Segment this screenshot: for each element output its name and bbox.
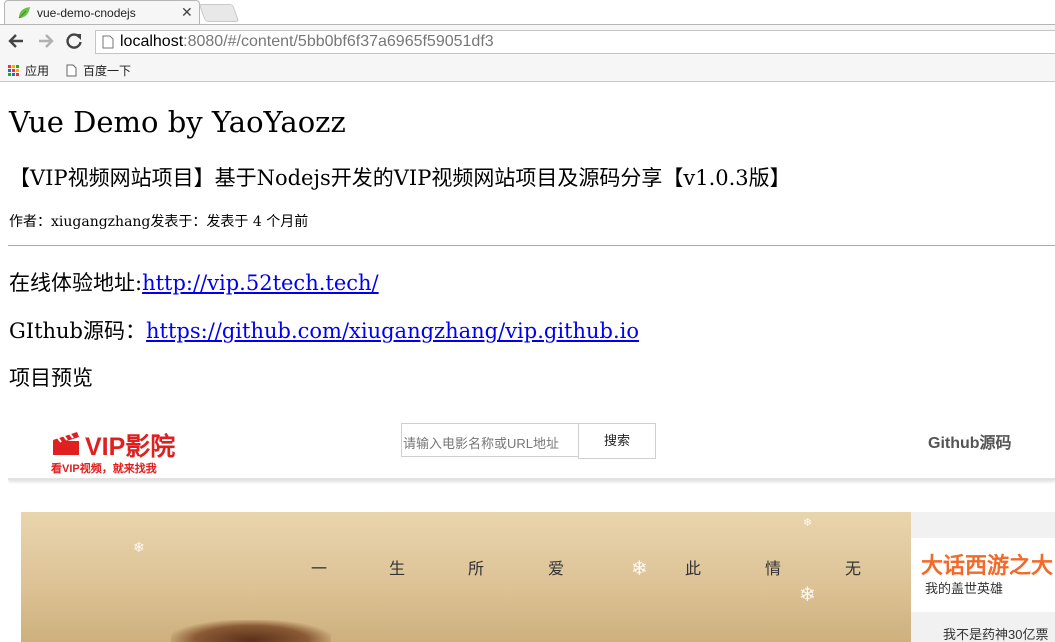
poem-char: 无 xyxy=(845,559,862,578)
side-subtitle: 我的盖世英雄 xyxy=(925,581,1004,596)
reload-icon[interactable] xyxy=(64,31,84,51)
preview-logo-name: VIP影院 xyxy=(85,433,176,461)
snowflake-icon: ❄ xyxy=(631,556,648,580)
preview-search-input: 请输入电影名称或URL地址 xyxy=(401,423,579,457)
side-item: 我不是药神30亿票 xyxy=(943,627,1049,642)
bookmark-label: 百度一下 xyxy=(83,64,132,78)
bookmark-apps[interactable]: 应用 xyxy=(8,62,49,79)
preview-heading: 项目预览 xyxy=(9,366,93,390)
poem-char: 此 xyxy=(685,559,702,578)
page-content: Vue Demo by YaoYaozz 【VIP视频网站项目】基于Nodejs… xyxy=(0,83,1055,642)
url-text: localhost:8080/#/content/5bb0bf6f37a6965… xyxy=(120,33,494,50)
back-arrow-icon[interactable] xyxy=(6,31,26,51)
preview-logo-slogan: 看VIP视频，就来找我 xyxy=(51,463,157,475)
github-line: GIthub源码：https://github.com/xiugangzhang… xyxy=(9,315,639,345)
github-link[interactable]: https://github.com/xiugangzhang/vip.gith… xyxy=(146,319,639,343)
demo-link[interactable]: http://vip.52tech.tech/ xyxy=(142,271,379,295)
address-bar[interactable]: localhost:8080/#/content/5bb0bf6f37a6965… xyxy=(95,30,1055,54)
poem-char: 爱 xyxy=(548,559,565,578)
preview-search-button: 搜索 xyxy=(578,423,656,459)
page-icon xyxy=(102,35,114,49)
snowflake-icon: ❄ xyxy=(803,516,813,529)
bookmarks-bar: 应用 百度一下 xyxy=(0,58,1055,82)
side-title: 大话西游之大 xyxy=(921,553,1054,578)
preview-side-card: 大话西游之大 我的盖世英雄 xyxy=(911,538,1055,612)
github-label: GIthub源码： xyxy=(9,319,147,343)
preview-banner: 一 生 所 爱 此 情 无 ❄ ❄ ❄ ❄ xyxy=(21,512,911,642)
tab-strip: vue-demo-cnodejs ✕ xyxy=(0,0,1055,24)
film-clapper-icon xyxy=(53,432,79,455)
apps-grid-icon xyxy=(8,65,19,76)
preview-image: VIP影院 看VIP视频，就来找我 请输入电影名称或URL地址 搜索 Githu… xyxy=(8,406,1055,642)
poem-char: 生 xyxy=(389,559,406,578)
preview-logo: VIP影院 看VIP视频，就来找我 xyxy=(51,427,191,479)
demo-line: 在线体验地址:http://vip.52tech.tech/ xyxy=(9,267,379,297)
poem-char: 一 xyxy=(311,559,328,578)
page-icon xyxy=(66,64,77,77)
forward-arrow-icon[interactable] xyxy=(36,31,56,51)
topic-title: 【VIP视频网站项目】基于Nodejs开发的VIP视频网站项目及源码分享【v1.… xyxy=(9,166,791,190)
banner-artwork xyxy=(171,620,331,642)
close-tab-icon[interactable]: ✕ xyxy=(181,4,193,21)
preview-github-nav: Github源码 xyxy=(928,435,1012,452)
site-title: Vue Demo by YaoYaozz xyxy=(9,105,346,139)
poem-char: 所 xyxy=(468,559,485,578)
browser-tab[interactable]: vue-demo-cnodejs ✕ xyxy=(4,0,200,24)
poem-char: 情 xyxy=(765,559,782,578)
preview-sidebar: 大话西游之大 我的盖世英雄 我不是药神30亿票 xyxy=(911,512,1055,642)
leaf-favicon-icon xyxy=(18,7,30,19)
browser-toolbar: localhost:8080/#/content/5bb0bf6f37a6965… xyxy=(0,24,1055,58)
preview-header: VIP影院 看VIP视频，就来找我 请输入电影名称或URL地址 搜索 Githu… xyxy=(8,406,1055,480)
tab-title: vue-demo-cnodejs xyxy=(37,6,136,20)
snowflake-icon: ❄ xyxy=(133,540,145,556)
snowflake-icon: ❄ xyxy=(799,582,816,606)
new-tab-button[interactable] xyxy=(198,4,240,22)
bookmark-label: 应用 xyxy=(25,64,50,78)
topic-meta: 作者：xiugangzhang发表于：发表于 4 个月前 xyxy=(9,214,309,230)
bookmark-baidu[interactable]: 百度一下 xyxy=(66,62,131,79)
demo-label: 在线体验地址: xyxy=(9,271,143,295)
divider xyxy=(8,245,1055,246)
